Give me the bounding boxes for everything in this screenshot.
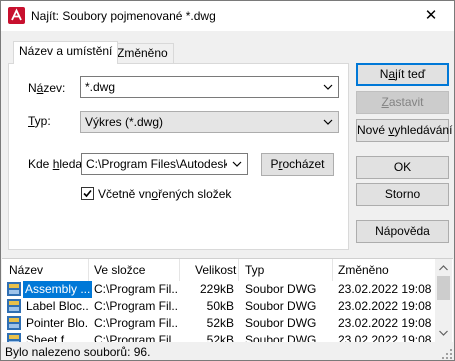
scroll-up-arrow-icon[interactable] bbox=[439, 265, 448, 271]
include-subfolders-checkbox[interactable] bbox=[81, 187, 94, 200]
column-separator[interactable] bbox=[238, 259, 239, 281]
scroll-down-arrow-icon[interactable] bbox=[439, 330, 448, 336]
type-value: Výkres (*.dwg) bbox=[85, 115, 164, 129]
include-subfolders-label[interactable]: Včetně vnořených složek bbox=[98, 187, 231, 201]
browse-button[interactable]: Procházet bbox=[261, 153, 334, 176]
find-now-button[interactable]: Najít teď bbox=[356, 63, 449, 86]
find-dialog: Najít: Soubory pojmenované *.dwg ✕ Název… bbox=[0, 0, 455, 361]
tab-label: Název a umístění bbox=[19, 44, 113, 58]
type-label: Typ: bbox=[28, 114, 51, 128]
type-cell: Soubor DWG bbox=[245, 282, 317, 296]
dwg-file-icon bbox=[7, 299, 21, 313]
column-header-type[interactable]: Typ bbox=[245, 259, 264, 281]
status-bar: Bylo nalezeno souborů: 96. bbox=[1, 342, 454, 360]
window-title: Najít: Soubory pojmenované *.dwg bbox=[31, 9, 216, 23]
column-header-folder[interactable]: Ve složce bbox=[94, 259, 145, 281]
close-icon[interactable]: ✕ bbox=[408, 1, 454, 31]
autocad-app-icon bbox=[8, 7, 25, 24]
file-name-cell: Sheet f... bbox=[26, 333, 75, 342]
vertical-scrollbar[interactable] bbox=[435, 259, 452, 342]
dwg-file-icon bbox=[7, 316, 21, 330]
tab-label: Změněno bbox=[117, 46, 168, 60]
ok-button[interactable]: OK bbox=[356, 156, 449, 179]
column-separator[interactable] bbox=[332, 259, 333, 281]
status-text: Bylo nalezeno souborů: 96. bbox=[5, 345, 151, 359]
column-separator[interactable] bbox=[179, 259, 180, 281]
look-in-value: C:\Program Files\Autodesk\A bbox=[86, 157, 227, 171]
file-name-cell: Assembly ... bbox=[23, 281, 93, 298]
column-header-modified[interactable]: Změněno bbox=[338, 259, 389, 281]
chevron-down-icon[interactable] bbox=[323, 82, 333, 92]
tab-modified[interactable]: Změněno bbox=[111, 43, 174, 63]
type-cell: Soubor DWG bbox=[245, 316, 317, 330]
type-cell: Soubor DWG bbox=[245, 333, 317, 342]
size-cell: 229kB bbox=[199, 282, 234, 296]
folder-cell: C:\Program Fil... bbox=[94, 333, 178, 342]
chevron-down-icon[interactable] bbox=[232, 159, 242, 169]
chevron-down-icon[interactable] bbox=[323, 117, 333, 127]
new-search-button[interactable]: Nové vyhledávání bbox=[356, 119, 452, 142]
column-separator[interactable] bbox=[88, 259, 89, 281]
checkmark-icon bbox=[83, 189, 92, 198]
results-list[interactable]: Název Ve složce Velikost Typ Změněno Ass… bbox=[2, 258, 453, 342]
stop-button[interactable]: Zastavit bbox=[356, 91, 449, 114]
resize-grip-icon[interactable] bbox=[442, 349, 452, 359]
dwg-file-icon bbox=[7, 333, 21, 342]
name-combobox[interactable]: *.dwg bbox=[80, 76, 339, 98]
modified-cell: 23.02.2022 19:08 bbox=[338, 333, 432, 342]
folder-cell: C:\Program Fil... bbox=[94, 299, 178, 313]
file-name-cell: Pointer Blo... bbox=[26, 316, 88, 330]
look-in-combobox[interactable]: C:\Program Files\Autodesk\A bbox=[81, 153, 248, 175]
title-bar[interactable]: Najít: Soubory pojmenované *.dwg ✕ bbox=[1, 1, 454, 31]
help-button[interactable]: Nápověda bbox=[356, 220, 449, 243]
name-label: Název: bbox=[28, 81, 66, 95]
file-name-cell: Label Bloc... bbox=[26, 299, 88, 313]
dwg-file-icon bbox=[7, 282, 21, 296]
column-header-name[interactable]: Název bbox=[9, 259, 43, 281]
look-in-label: Kde hledat: bbox=[28, 157, 89, 171]
size-cell: 52kB bbox=[206, 333, 234, 342]
modified-cell: 23.02.2022 19:08 bbox=[338, 299, 432, 313]
scrollbar-thumb[interactable] bbox=[437, 276, 450, 300]
type-combobox[interactable]: Výkres (*.dwg) bbox=[80, 111, 339, 133]
tab-name-and-location[interactable]: Název a umístění bbox=[13, 41, 119, 64]
size-cell: 50kB bbox=[206, 299, 234, 313]
name-value: *.dwg bbox=[85, 80, 116, 94]
column-header-size[interactable]: Velikost bbox=[195, 259, 236, 281]
folder-cell: C:\Program Fil... bbox=[94, 316, 178, 330]
folder-cell: C:\Program Fil... bbox=[94, 282, 178, 296]
modified-cell: 23.02.2022 19:08 bbox=[338, 316, 432, 330]
modified-cell: 23.02.2022 19:08 bbox=[338, 282, 432, 296]
cancel-button[interactable]: Storno bbox=[356, 183, 449, 206]
size-cell: 52kB bbox=[206, 316, 234, 330]
type-cell: Soubor DWG bbox=[245, 299, 317, 313]
